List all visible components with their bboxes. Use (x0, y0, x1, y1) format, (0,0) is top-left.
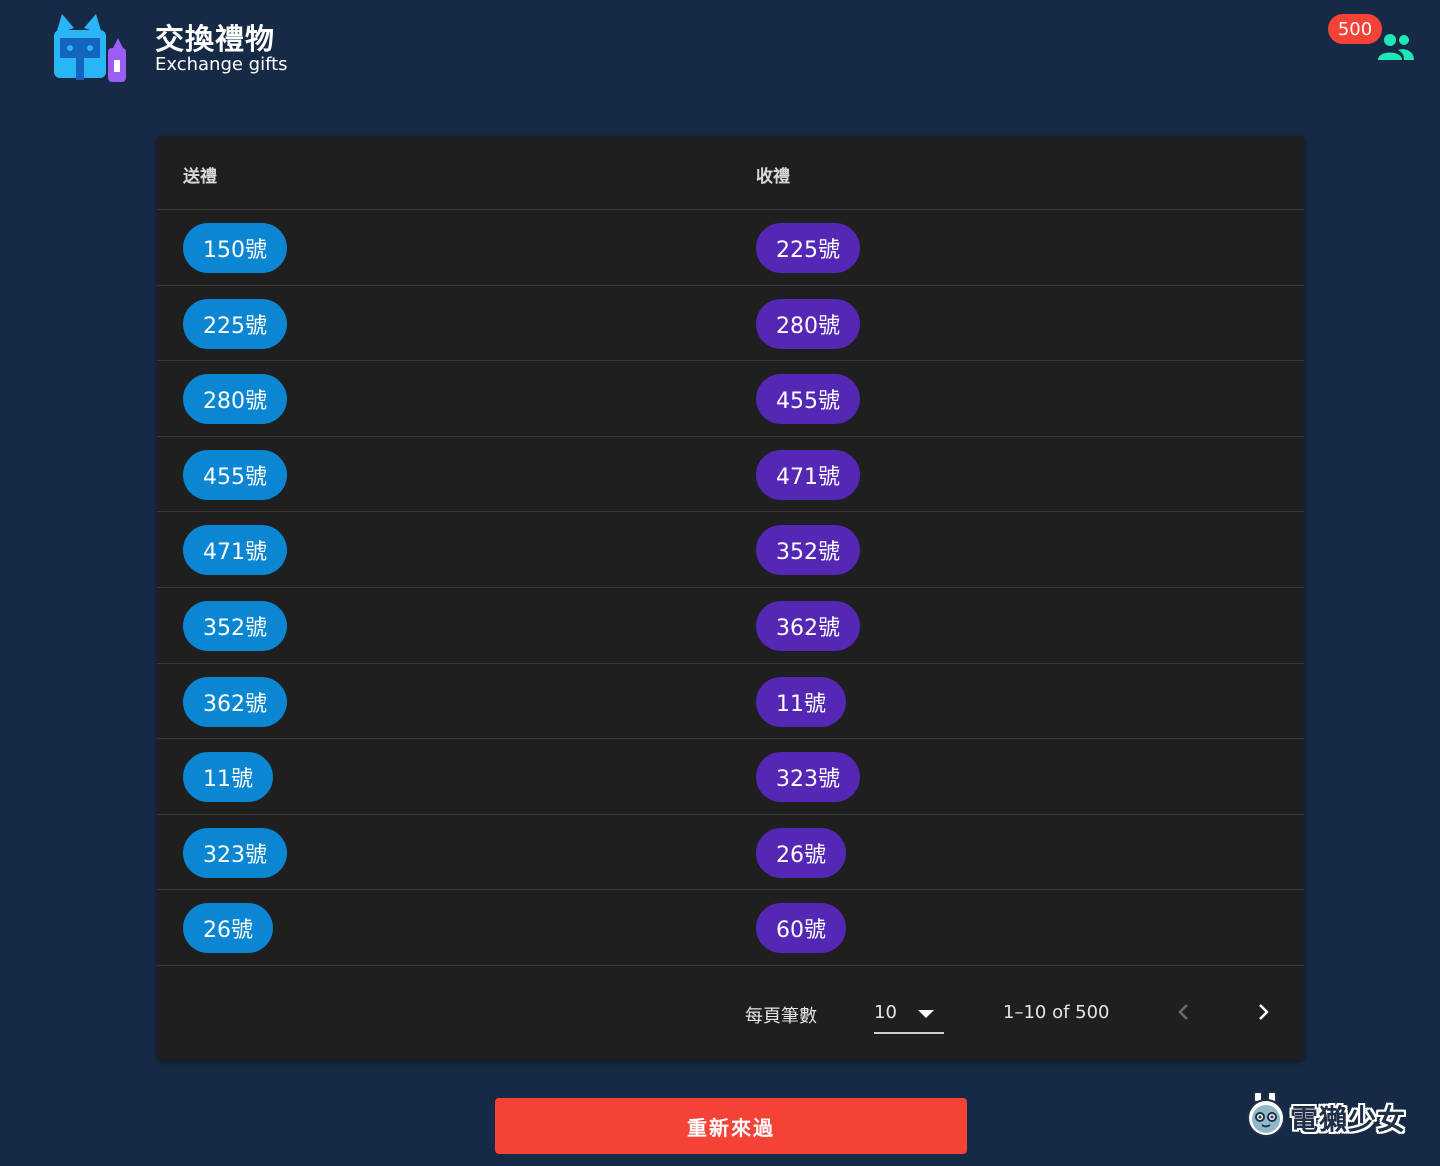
receive-chip: 352號 (756, 525, 860, 576)
receive-chip: 225號 (756, 223, 860, 273)
table-row: 150號 225號 (157, 210, 1304, 286)
table-row: 455號 471號 (157, 437, 1304, 513)
send-chip: 26號 (183, 903, 273, 954)
send-chip: 11號 (183, 752, 273, 803)
send-chip: 225號 (183, 298, 287, 349)
send-chip: 323號 (183, 827, 287, 878)
send-chip: 150號 (183, 223, 287, 273)
watermark: 電獺少女 (1244, 1088, 1416, 1142)
pagination-range: 1–10 of 500 (1003, 1002, 1110, 1023)
receive-chip: 323號 (756, 752, 860, 803)
otter-mascot-icon (1247, 1091, 1285, 1137)
send-chip: 280號 (183, 374, 287, 425)
participants-button[interactable]: 500 (1326, 10, 1420, 66)
column-header-receive[interactable]: 收禮 (756, 162, 790, 187)
table-row: 362號 11號 (157, 664, 1304, 740)
table-row: 352號 362號 (157, 588, 1304, 664)
table-header: 送禮 收禮 (157, 136, 1304, 210)
users-group-icon (1378, 34, 1414, 60)
app-title: 交換禮物 (155, 22, 276, 56)
send-chip: 471號 (183, 525, 287, 576)
send-chip: 362號 (183, 676, 287, 727)
table-row: 471號 352號 (157, 512, 1304, 588)
watermark-text: 電獺少女 (1290, 1103, 1407, 1136)
cat-gift-logo-icon (54, 14, 126, 82)
participant-count-badge: 500 (1328, 14, 1382, 44)
send-chip: 455號 (183, 449, 287, 500)
receive-chip: 280號 (756, 298, 860, 349)
rows-per-page-label: 每頁筆數 (745, 1006, 817, 1027)
previous-page-button[interactable] (1166, 994, 1202, 1030)
table-row: 11號 323號 (157, 739, 1304, 815)
receive-chip: 471號 (756, 449, 860, 500)
table-row: 280號 455號 (157, 361, 1304, 437)
receive-chip: 362號 (756, 600, 860, 651)
next-page-button[interactable] (1245, 994, 1281, 1030)
caret-down-icon (918, 1010, 934, 1018)
chevron-right-icon (1259, 1004, 1269, 1020)
rows-per-page-value: 10 (874, 1002, 897, 1023)
table-pagination: 每頁筆數 10 1–10 of 500 (157, 968, 1304, 1060)
table-row: 225號 280號 (157, 286, 1304, 362)
receive-chip: 455號 (756, 374, 860, 425)
receive-chip: 26號 (756, 827, 846, 878)
receive-chip: 11號 (756, 676, 846, 727)
chevron-left-icon (1178, 1004, 1188, 1020)
table-body: 150號 225號 225號 280號 280號 455號 455號 471號 … (157, 210, 1304, 966)
app-header: 交換禮物 Exchange gifts 500 (0, 0, 1440, 110)
send-chip: 352號 (183, 600, 287, 651)
gift-exchange-table: 送禮 收禮 150號 225號 225號 280號 280號 455號 455號… (157, 136, 1304, 1060)
rows-per-page-select[interactable]: 10 (874, 990, 944, 1034)
restart-button[interactable]: 重新來過 (495, 1098, 967, 1154)
table-row: 26號 60號 (157, 890, 1304, 966)
table-row: 323號 26號 (157, 815, 1304, 891)
receive-chip: 60號 (756, 903, 846, 954)
app-subtitle: Exchange gifts (155, 54, 288, 75)
column-header-send[interactable]: 送禮 (183, 162, 217, 187)
